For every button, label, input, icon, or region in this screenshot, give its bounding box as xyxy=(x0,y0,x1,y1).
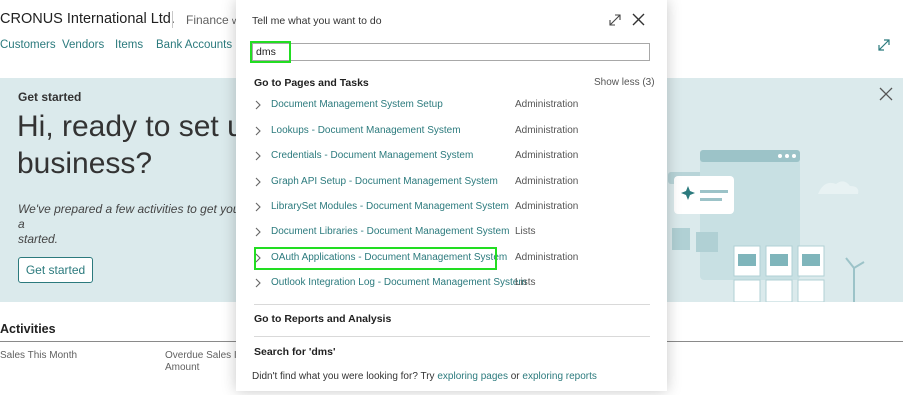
hero-line-2: business? xyxy=(17,147,153,180)
chevron-right-icon xyxy=(255,100,261,110)
result-name: Document Management System Setup xyxy=(271,99,443,110)
pages-section-heading: Go to Pages and Tasks xyxy=(254,77,369,89)
activity-label-line2: Amount xyxy=(165,362,200,373)
chevron-right-icon xyxy=(255,202,261,212)
banner-heading: Get started xyxy=(18,90,82,104)
result-name: LibrarySet Modules - Document Management… xyxy=(271,201,509,212)
result-item[interactable]: Document Libraries - Document Management… xyxy=(252,221,652,243)
chevron-right-icon xyxy=(255,151,261,161)
nav-customers[interactable]: Customers xyxy=(0,39,56,51)
nav-bank-accounts[interactable]: Bank Accounts xyxy=(156,39,232,51)
chevron-right-icon xyxy=(255,177,261,187)
activity-label-line1: Overdue Sales Inv xyxy=(165,350,237,361)
hero-line-1: Hi, ready to set u xyxy=(17,110,244,143)
result-item[interactable]: OAuth Applications - Document Management… xyxy=(252,247,652,269)
reports-section-heading[interactable]: Go to Reports and Analysis xyxy=(254,313,391,325)
result-category: Lists xyxy=(515,226,536,237)
footer-prompt: Didn't find what you were looking for? T… xyxy=(252,371,435,382)
expand-icon[interactable] xyxy=(876,37,892,53)
dialog-title: Tell me what you want to do xyxy=(252,15,382,27)
company-name[interactable]: CRONUS International Ltd. xyxy=(0,11,175,27)
chevron-right-icon xyxy=(255,227,261,237)
footer-or: or xyxy=(510,371,520,382)
exploring-reports-link[interactable]: exploring reports xyxy=(522,371,596,382)
description-line-2: started. xyxy=(18,232,59,246)
result-item[interactable]: Lookups - Document Management System Adm… xyxy=(252,120,652,142)
divider xyxy=(254,336,650,337)
show-less-link[interactable]: Show less (3) xyxy=(594,77,655,88)
banner-hero-text: Hi, ready to set u business? xyxy=(17,108,257,182)
result-category: Lists xyxy=(515,277,536,288)
result-item[interactable]: Document Management System Setup Adminis… xyxy=(252,94,652,116)
close-icon[interactable] xyxy=(631,12,646,27)
get-started-button[interactable]: Get started xyxy=(18,257,93,283)
banner-description: We've prepared a few activities to get y… xyxy=(18,202,248,247)
activities-heading: Activities xyxy=(0,322,56,336)
close-icon[interactable] xyxy=(879,87,893,101)
result-item[interactable]: LibrarySet Modules - Document Management… xyxy=(252,196,652,218)
result-item[interactable]: Outlook Integration Log - Document Manag… xyxy=(252,272,652,294)
role-menu[interactable]: Finance ∨ xyxy=(186,13,237,27)
expand-icon[interactable] xyxy=(608,13,622,27)
nav-vendors[interactable]: Vendors xyxy=(62,39,104,51)
result-name: Outlook Integration Log - Document Manag… xyxy=(271,277,527,288)
result-name: Credentials - Document Management System xyxy=(271,150,474,161)
result-name: OAuth Applications - Document Management… xyxy=(271,252,508,263)
chevron-right-icon xyxy=(255,126,261,136)
activity-overdue-sales[interactable]: Overdue Sales Inv Amount xyxy=(165,350,237,374)
description-line-1: We've prepared a few activities to get y… xyxy=(18,202,240,231)
result-category: Administration xyxy=(515,125,579,136)
tell-me-dialog: Tell me what you want to do Go to Pages … xyxy=(236,0,667,391)
result-category: Administration xyxy=(515,252,579,263)
nav-items[interactable]: Items xyxy=(115,39,143,51)
search-for-link[interactable]: Search for 'dms' xyxy=(254,346,335,358)
role-menu-label: Finance xyxy=(186,13,229,27)
divider xyxy=(172,11,173,28)
result-name: Lookups - Document Management System xyxy=(271,125,461,136)
exploring-pages-link[interactable]: exploring pages xyxy=(437,371,508,382)
footer-text: Didn't find what you were looking for? T… xyxy=(252,371,597,382)
search-input[interactable] xyxy=(252,43,650,61)
result-category: Administration xyxy=(515,150,579,161)
result-name: Document Libraries - Document Management… xyxy=(271,226,510,237)
result-category: Administration xyxy=(515,99,579,110)
result-category: Administration xyxy=(515,176,579,187)
result-item[interactable]: Graph API Setup - Document Management Sy… xyxy=(252,171,652,193)
result-item[interactable]: Credentials - Document Management System… xyxy=(252,145,652,167)
divider xyxy=(254,304,650,305)
result-name: Graph API Setup - Document Management Sy… xyxy=(271,176,498,187)
result-category: Administration xyxy=(515,201,579,212)
chevron-right-icon xyxy=(255,278,261,288)
chevron-right-icon xyxy=(255,253,261,263)
activity-sales-this-month[interactable]: Sales This Month xyxy=(0,350,77,361)
illustration-image xyxy=(668,150,865,302)
